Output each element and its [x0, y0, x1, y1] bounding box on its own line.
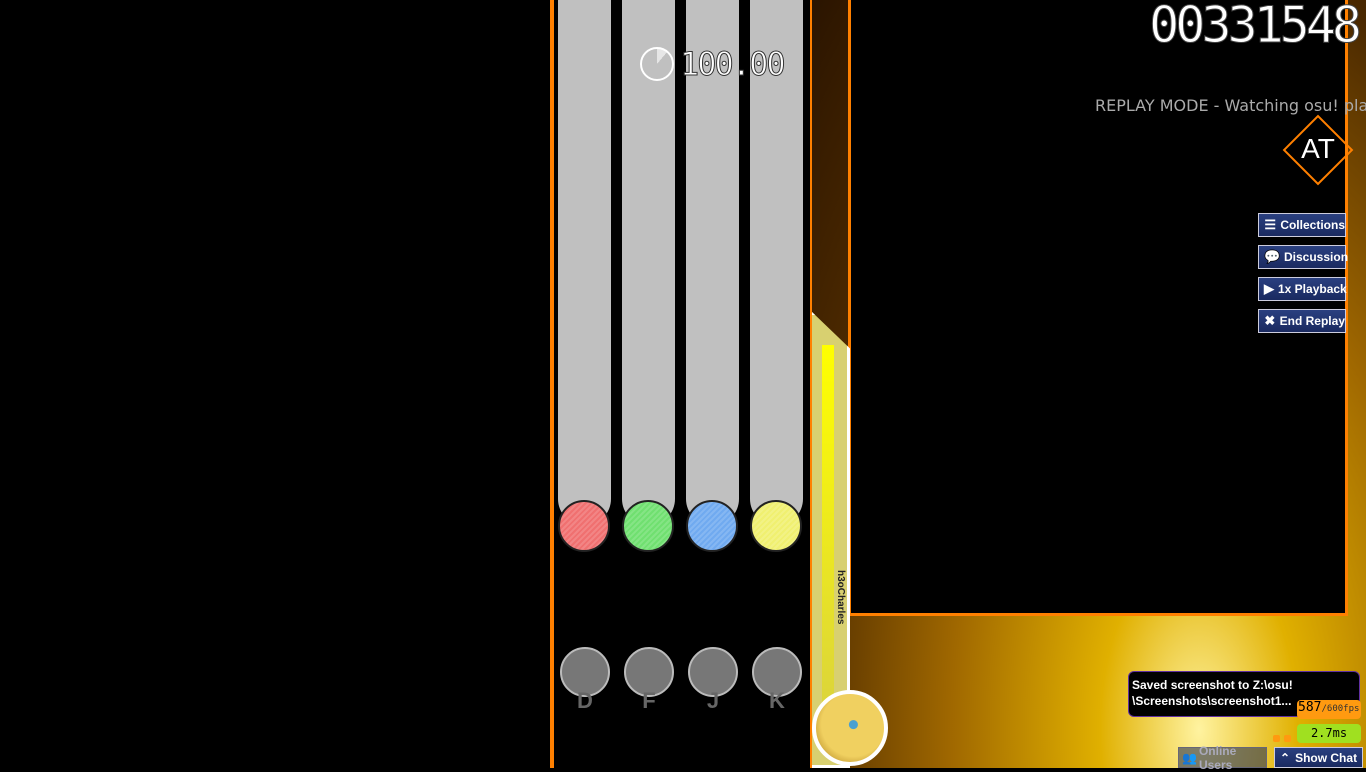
users-icon: 👥 [1182, 750, 1197, 765]
list-icon: ☰ [1264, 217, 1276, 232]
video-frame [848, 0, 1348, 616]
notification-line: Saved screenshot to Z:\osu! [1132, 678, 1293, 692]
accuracy-value: 100.00 [680, 45, 787, 84]
note-yellow [750, 500, 802, 552]
chevron-up-icon: ⌃ [1280, 750, 1291, 765]
button-label: Show Chat [1295, 750, 1358, 765]
fps-counter: 587/600fps [1297, 700, 1361, 719]
button-label: End Replay [1279, 314, 1345, 328]
frametime-counter: 2.7ms [1297, 724, 1361, 743]
indicator-dot [1284, 735, 1291, 742]
play-icon: ▶ [1264, 281, 1274, 296]
progress-pie-icon [640, 47, 674, 81]
button-label: Online Users [1198, 743, 1237, 772]
key-label: F [642, 688, 656, 713]
note-green [622, 500, 674, 552]
online-users-button[interactable]: 👥 Online Users [1178, 744, 1267, 772]
key-label: K [769, 688, 785, 713]
health-bar-fill [822, 345, 834, 745]
stage-right-border [810, 0, 812, 768]
collections-button[interactable]: ☰ Collections [1258, 213, 1346, 237]
note-red [558, 500, 610, 552]
stage-left-border [550, 0, 554, 768]
playback-button[interactable]: ▶ 1x Playback [1258, 277, 1347, 301]
speech-bubbles-icon: 💬 [1264, 249, 1281, 264]
player-name: h3oCharles [835, 570, 846, 625]
mod-label: AT [1301, 133, 1335, 164]
player-avatar [812, 690, 888, 766]
lane-1 [558, 0, 611, 525]
note-blue [686, 500, 738, 552]
show-chat-button[interactable]: ⌃ Show Chat [1274, 747, 1363, 768]
fps-value: 587 [1298, 700, 1322, 715]
fps-max: /600fps [1321, 704, 1360, 714]
replay-banner: REPLAY MODE - Watching osu! pla [1095, 96, 1366, 115]
button-label: Discussion [1284, 250, 1349, 264]
discussion-button[interactable]: 💬 Discussion [1258, 245, 1349, 269]
end-replay-button[interactable]: ✖ End Replay [1258, 309, 1346, 333]
key-label: D [577, 688, 593, 713]
button-label: 1x Playback [1278, 282, 1347, 296]
key-label: J [706, 688, 720, 713]
accuracy-display: 100.00 [640, 45, 787, 84]
button-label: Collections [1280, 218, 1345, 232]
score: 00331548 [1149, 0, 1363, 55]
indicator-dot [1273, 735, 1280, 742]
close-icon: ✖ [1264, 313, 1276, 328]
